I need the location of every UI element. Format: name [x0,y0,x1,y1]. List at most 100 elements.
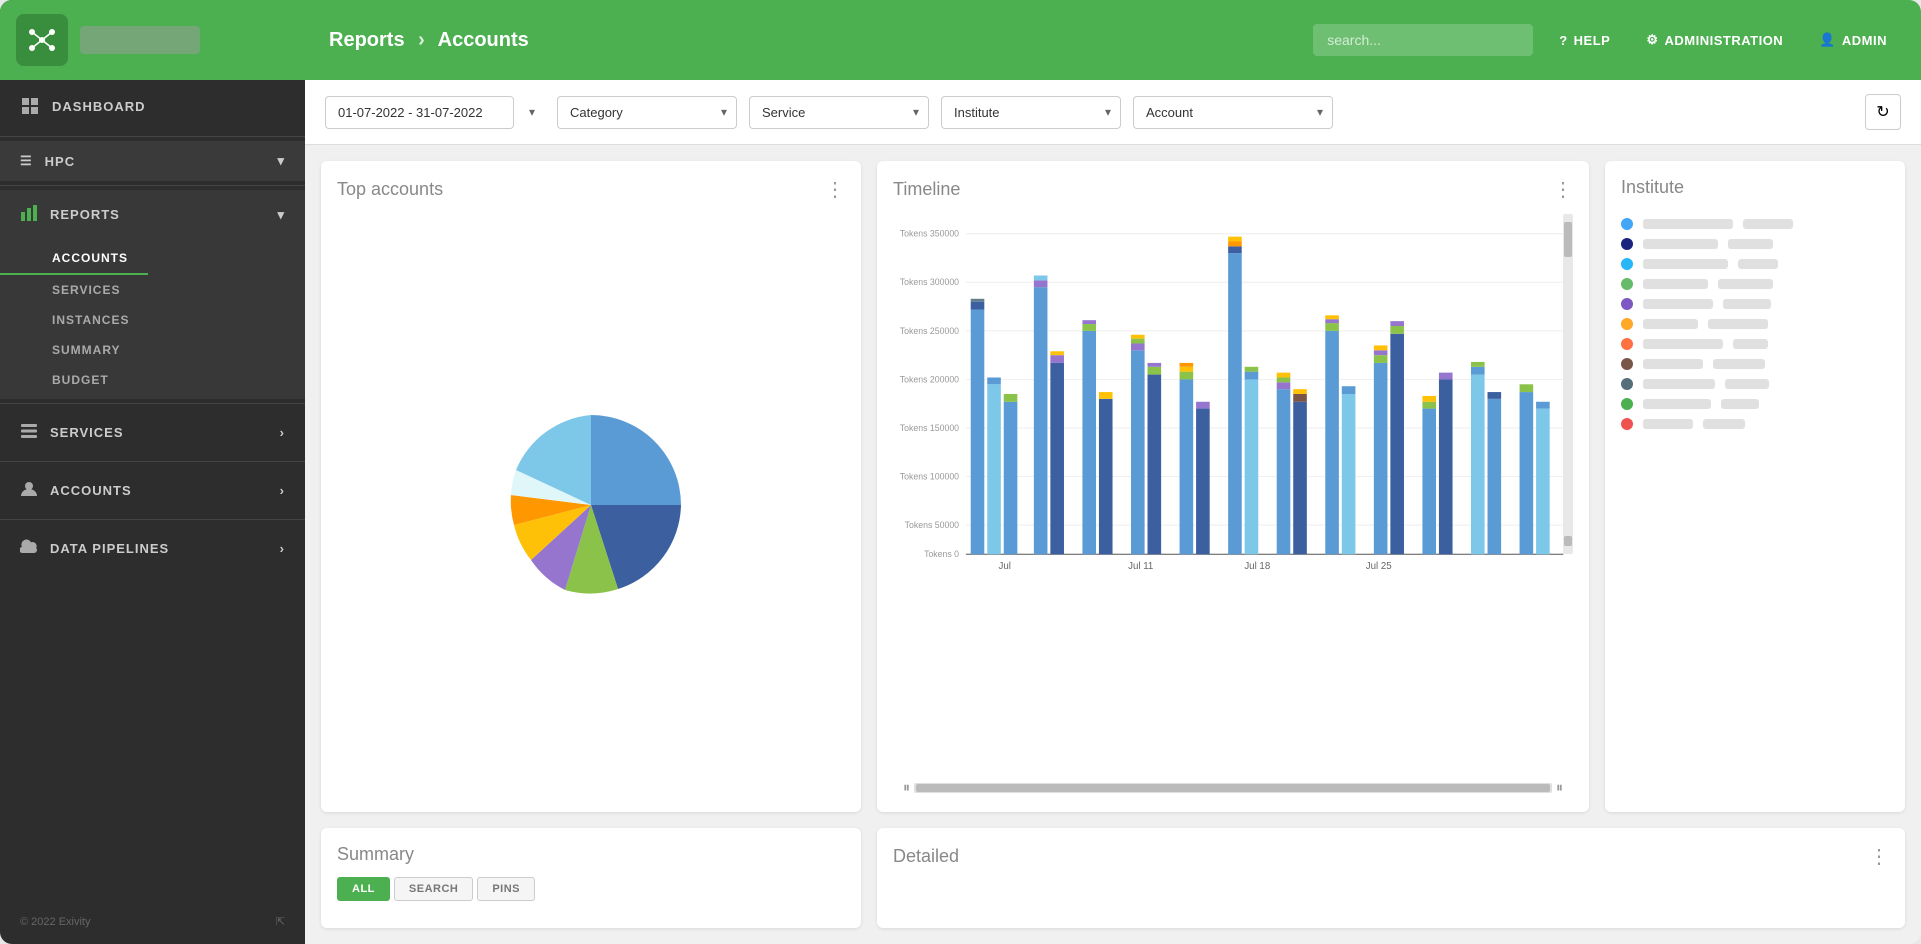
topbar: Reports › Accounts ? HELP ⚙ ADMINISTRATI… [305,0,1921,80]
vertical-scrollbar[interactable] [1563,214,1573,554]
logo-text [80,26,200,54]
category-select[interactable]: Category [557,96,737,129]
hpc-chevron-icon: ▾ [277,153,285,169]
sidebar-hpc-section[interactable]: ☰ HPC ▾ [0,141,305,181]
institute-label [1643,379,1715,389]
detailed-header: Detailed ⋮ [893,844,1889,869]
sidebar-item-dashboard[interactable]: DASHBOARD [0,80,305,132]
accounts-chevron-icon: › [280,483,285,498]
refresh-button[interactable]: ↻ [1865,94,1901,130]
institute-dot [1621,218,1633,230]
institute-dot [1621,398,1633,410]
hamburger-icon: ☰ [20,153,33,169]
list-item [1621,218,1889,230]
institute-value [1708,319,1768,329]
institute-label [1643,279,1708,289]
sidebar-item-reports[interactable]: REPORTS ▾ [0,190,305,239]
main-content: Reports › Accounts ? HELP ⚙ ADMINISTRATI… [305,0,1921,944]
institute-select[interactable]: Institute [941,96,1121,129]
institute-card: Institute [1605,161,1905,812]
horizontal-scrollbar[interactable] [914,783,1552,793]
scroll-right-icon[interactable]: ⏸ [1556,779,1563,796]
sidebar-item-services[interactable]: SERVICES › [0,408,305,457]
svg-text:Tokens 350000: Tokens 350000 [900,229,959,239]
service-filter-wrapper: Service ▾ [749,96,929,129]
date-filter-wrapper: 01-07-2022 - 31-07-2022 ▾ [325,96,545,129]
institute-dot [1621,378,1633,390]
institute-dot [1621,298,1633,310]
institute-label [1643,239,1718,249]
summary-title: Summary [337,844,414,865]
date-range-select[interactable]: 01-07-2022 - 31-07-2022 [325,96,514,129]
list-item [1621,398,1889,410]
users-icon [20,480,38,501]
sidebar-item-instances-sub[interactable]: INSTANCES [0,305,305,335]
breadcrumb: Reports › Accounts [329,29,1297,52]
services-chevron-icon: › [280,425,285,440]
category-filter-wrapper: Category ▾ [557,96,737,129]
list-item [1621,338,1889,350]
reports-sub-nav: ACCOUNTS SERVICES INSTANCES SUMMARY BUDG… [0,239,305,399]
institute-dot [1621,258,1633,270]
sidebar: DASHBOARD ☰ HPC ▾ [0,0,305,944]
detailed-title: Detailed [893,846,959,867]
timeline-header: Timeline ⋮ [893,177,1573,202]
institute-list [1621,218,1889,430]
list-icon [20,422,38,443]
institute-label [1643,319,1698,329]
date-chevron-icon: ▾ [529,105,535,119]
expand-icon[interactable]: ⇱ [276,915,285,928]
svg-text:Jul: Jul [999,561,1011,572]
sidebar-item-accounts[interactable]: ACCOUNTS › [0,466,305,515]
institute-dot [1621,338,1633,350]
breadcrumb-accounts[interactable]: Accounts [438,29,529,51]
help-icon: ? [1559,33,1567,48]
institute-value [1721,399,1759,409]
tab-all[interactable]: ALL [337,877,390,901]
breadcrumb-reports[interactable]: Reports [329,29,405,51]
sidebar-item-summary-sub[interactable]: SUMMARY [0,335,305,365]
detailed-menu-icon[interactable]: ⋮ [1869,844,1889,869]
tab-pins[interactable]: PINS [477,877,535,901]
pipelines-chevron-icon: › [280,541,285,556]
sidebar-item-accounts-sub[interactable]: ACCOUNTS [0,243,148,275]
timeline-menu-icon[interactable]: ⋮ [1553,177,1573,202]
pie-chart-container [337,214,845,796]
sidebar-item-services-sub[interactable]: SERVICES [0,275,305,305]
institute-dot [1621,238,1633,250]
user-button[interactable]: 👤 ADMIN [1809,26,1897,54]
gear-icon: ⚙ [1646,32,1658,48]
reports-section: REPORTS ▾ ACCOUNTS SERVICES INSTANCES SU… [0,190,305,399]
hpc-label: HPC [45,154,75,169]
institute-label [1643,339,1723,349]
summary-card: Summary ALL SEARCH PINS [321,828,861,928]
logo-icon [16,14,68,66]
list-item [1621,278,1889,290]
help-button[interactable]: ? HELP [1549,27,1620,54]
summary-tabs: ALL SEARCH PINS [337,877,845,901]
timeline-bar-chart: Tokens 350000 Tokens 300000 Tokens 25000… [893,214,1573,574]
sidebar-item-budget-sub[interactable]: BUDGET [0,365,305,395]
service-select[interactable]: Service [749,96,929,129]
account-select[interactable]: Account [1133,96,1333,129]
top-accounts-menu-icon[interactable]: ⋮ [825,177,845,202]
copyright-text: © 2022 Exivity [20,916,90,928]
tab-search[interactable]: SEARCH [394,877,473,901]
timeline-chart-area: Tokens 350000 Tokens 300000 Tokens 25000… [893,214,1573,773]
search-input[interactable] [1313,24,1533,56]
cloud-icon [20,538,38,559]
institute-dot [1621,278,1633,290]
svg-text:Tokens 0: Tokens 0 [924,549,959,559]
detailed-card: Detailed ⋮ [877,828,1905,928]
svg-text:Tokens 150000: Tokens 150000 [900,423,959,433]
institute-label [1643,359,1703,369]
administration-button[interactable]: ⚙ ADMINISTRATION [1636,26,1793,54]
list-item [1621,238,1889,250]
sidebar-item-data-pipelines[interactable]: DATA PIPELINES › [0,524,305,573]
institute-value [1728,239,1773,249]
svg-text:Jul 25: Jul 25 [1366,561,1392,572]
svg-text:Tokens 300000: Tokens 300000 [900,277,959,287]
scroll-left-icon[interactable]: ⏸ [903,779,910,796]
institute-label [1643,399,1711,409]
sidebar-logo [0,0,305,80]
